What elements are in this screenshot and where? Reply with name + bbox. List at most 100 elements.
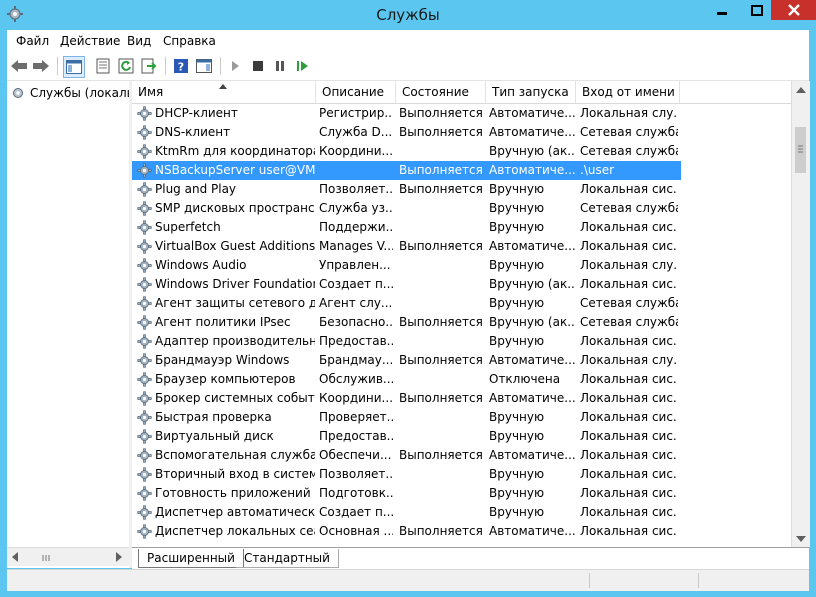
table-row[interactable]: Вспомогательная служба IP Обеспечи... Выпо… [132,446,681,465]
table-row[interactable]: Windows Audio Управлен... Вручную Локальная… [132,256,681,275]
column-header-description[interactable]: Описание [316,81,396,103]
cell-description: Предостав... [319,429,393,443]
tab-extended[interactable]: Расширенный [138,549,244,568]
service-gear-icon [137,182,153,197]
start-service-button[interactable] [225,56,245,76]
title-bar[interactable]: Службы [0,0,816,30]
table-row[interactable]: Диспетчер локальных сеа... Основная ... Вы… [132,522,681,541]
table-row[interactable]: Агент политики IPsec Безопасно... Выполняе… [132,313,681,332]
table-row[interactable]: VirtualBox Guest Additions ... Manages V.… [132,237,681,256]
cell-startup-type: Вручную (ак... [489,144,575,158]
table-row[interactable]: Superfetch Поддержи... Вручную Локальная си… [132,218,681,237]
refresh-button[interactable] [116,56,136,76]
cell-name: SMP дисковых пространст... [155,201,315,215]
tree-item-services-local[interactable]: Службы (локаль [10,85,129,101]
scroll-down-button[interactable] [792,530,810,547]
list-vertical-scrollbar[interactable] [791,81,810,547]
pause-service-button[interactable] [270,56,290,76]
maximize-button[interactable] [740,0,774,20]
toolbar: ? [7,52,809,81]
cell-name: KtmRm для координатора ... [155,144,315,158]
cell-state [399,484,485,503]
cell-logon: Сетевая служба [580,315,678,329]
cell-state [399,294,485,313]
menu-help[interactable]: Справка [163,34,216,48]
properties-button[interactable] [93,56,113,76]
properties-icon [96,58,110,74]
table-row[interactable]: Агент защиты сетевого до... Агент слу... В… [132,294,681,313]
cell-description: Управлен... [319,258,391,272]
column-header-logon[interactable]: Вход от имени [576,81,680,103]
cell-name: Superfetch [155,220,221,234]
export-list-icon [141,58,157,74]
service-gear-icon [137,220,153,235]
toolbar-separator [220,57,221,75]
table-row[interactable]: Plug and Play Позволяет... Выполняется Вруч… [132,180,681,199]
service-gear-icon [137,486,153,501]
cell-description: Агент слу... [319,296,393,310]
tree-horizontal-scrollbar[interactable] [7,547,129,566]
table-row[interactable]: Виртуальный диск Предостав... Вручную Локал… [132,427,681,446]
table-row[interactable]: DHCP-клиент Регистрир... Выполняется Автома… [132,104,681,123]
cell-logon: Локальная сис... [580,372,678,386]
grip-icon [798,145,803,153]
cell-startup-type: Вручную [489,220,545,234]
table-row[interactable]: Брандмауэр Windows Брандмау... Выполняется… [132,351,681,370]
cell-logon: Локальная слу... [580,353,678,367]
column-header-state[interactable]: Состояние [396,81,486,103]
cell-name: Вторичный вход в систему [155,467,315,481]
help-button[interactable]: ? [171,56,191,76]
table-row[interactable]: Готовность приложений Подготовк... Вручную… [132,484,681,503]
cell-name: DNS-клиент [155,125,231,139]
resume-service-button[interactable] [293,56,313,76]
main-area: Службы (локаль Имя Описание Состояние Ти… [7,81,810,569]
cell-logon: Локальная сис... [580,220,678,234]
cell-state [399,408,485,427]
scroll-thumb[interactable] [23,552,73,562]
menu-view[interactable]: Вид [127,34,151,48]
table-row[interactable]: Брокер системных событий Координи... Выпол… [132,389,681,408]
table-row[interactable]: KtmRm для координатора ... Координи... Вру… [132,142,681,161]
service-gear-icon [137,467,153,482]
toolbar-separator [165,57,166,75]
table-row[interactable]: Вторичный вход в систему Позволяет... Вруч… [132,465,681,484]
cell-description: Создает п... [319,277,393,291]
table-row[interactable]: Диспетчер автоматически... Создает п... Вр… [132,503,681,522]
table-row[interactable]: NSBackupServer user@VM Выполняется Автомат… [132,161,681,180]
console-tree: Службы (локаль [7,81,130,547]
cell-logon: Локальная сис... [580,524,678,538]
scroll-down-icon [796,535,806,542]
table-row[interactable]: Быстрая проверка Проверяет... Вручную Локал… [132,408,681,427]
cell-description: Проверяет... [319,410,393,424]
console-tree-button[interactable] [63,56,85,78]
show-action-pane-icon [196,59,212,73]
scroll-thumb[interactable] [795,127,806,173]
forward-button[interactable] [31,56,51,76]
menu-action[interactable]: Действие [60,34,120,48]
export-list-button[interactable] [139,56,159,76]
show-action-pane-button[interactable] [194,56,214,76]
sort-ascending-icon [219,84,227,89]
table-row[interactable]: Адаптер производительн... Предостав... Вру… [132,332,681,351]
table-row[interactable]: DNS-клиент Служба D... Выполняется Автомати… [132,123,681,142]
minimize-button[interactable] [705,0,739,20]
menu-file[interactable]: Файл [16,34,49,48]
table-row[interactable]: SMP дисковых пространст... Служба уз... Вр… [132,199,681,218]
close-button[interactable] [771,0,816,20]
column-header-name[interactable]: Имя [132,81,316,103]
cell-startup-type: Вручную [489,467,545,481]
tab-standard[interactable]: Стандартный [236,549,339,568]
back-button[interactable] [9,56,29,76]
cell-description: Обеспечи... [319,448,392,462]
cell-logon: Локальная сис... [580,467,678,481]
table-row[interactable]: Браузер компьютеров Обслужив... Отключена Л… [132,370,681,389]
services-list: Имя Описание Состояние Тип запуска Вход … [132,81,809,547]
stop-service-button[interactable] [248,56,268,76]
table-row[interactable]: Windows Driver Foundation... Создает п...… [132,275,681,294]
cell-startup-type: Вручную [489,182,545,196]
cell-logon: Сетевая служба [580,296,678,310]
refresh-icon [118,58,134,74]
cell-startup-type: Вручную (ак... [489,315,575,329]
scroll-up-button[interactable] [792,81,810,98]
column-header-startup-type[interactable]: Тип запуска [486,81,576,103]
